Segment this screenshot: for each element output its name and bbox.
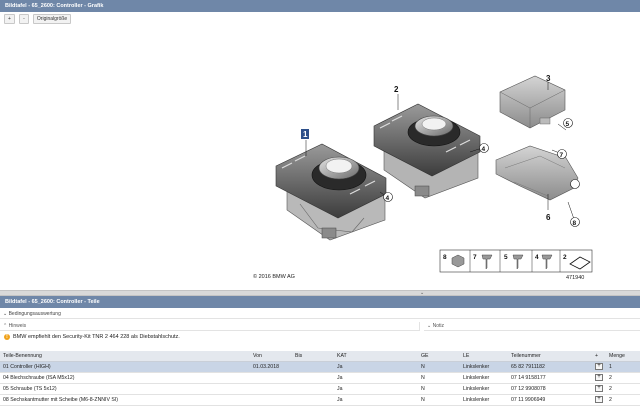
zoom-out-button[interactable]: - <box>18 14 29 24</box>
ge-value: N <box>418 361 460 373</box>
legend-item-2: 2 <box>563 254 567 261</box>
callout-1[interactable]: 1 <box>303 130 308 139</box>
hint-panel-header[interactable]: ⌃ Hinweis <box>0 322 420 331</box>
parts-title: Bildtafel - 65_2600: Controller - Teile <box>5 299 100 305</box>
callout-5[interactable]: 5 <box>566 121 570 128</box>
callout-7[interactable]: 7 <box>560 152 564 159</box>
add-to-cart-button[interactable]: + <box>595 396 603 403</box>
add-to-cart-button[interactable]: + <box>595 374 603 381</box>
legend-item-8: 8 <box>443 254 447 261</box>
callout-8[interactable]: 8 <box>573 220 577 227</box>
graphic-title-bar: Bildtafel - 65_2600: Controller - Grafik <box>0 0 640 12</box>
col-part-name[interactable]: Teile-Benennung <box>0 351 250 362</box>
graphic-title: Bildtafel - 65_2600: Controller - Grafik <box>5 3 104 9</box>
callout-4-lower[interactable]: 4 <box>386 195 390 202</box>
le-value: Linkslenker <box>460 361 508 373</box>
zoom-toolbar: + - Originalgröße <box>4 14 72 24</box>
copyright-text: © 2016 BMW AG <box>253 273 295 280</box>
part-name: 08 Sechskantmutter mit Scheibe (M6-8-ZNN… <box>0 394 250 406</box>
ge-value: N <box>418 383 460 395</box>
module-3-illustration <box>499 75 566 129</box>
col-le[interactable]: LE <box>460 351 508 362</box>
col-from[interactable]: Von <box>250 351 292 362</box>
col-ge[interactable]: GE <box>418 351 460 362</box>
le-value: Linkslenker <box>460 394 508 406</box>
valid-to <box>292 383 334 395</box>
part-name: 01 Controller (HIGH) <box>0 361 250 373</box>
table-row[interactable]: 04 Blechschraube (ISA M5x12) Ja N Linksl… <box>0 372 640 384</box>
table-header-row: Teile-Benennung Von Bis KAT GE LE Teilen… <box>0 351 640 362</box>
ge-value: N <box>418 372 460 384</box>
part-number: 07 12 9908078 <box>508 383 592 395</box>
small-parts-legend: 8 7 5 4 2 471940 <box>439 249 593 281</box>
col-quantity[interactable]: Menge <box>606 351 640 362</box>
parts-title-bar: Bildtafel - 65_2600: Controller - Teile <box>0 296 640 308</box>
valid-to <box>292 372 334 384</box>
col-to[interactable]: Bis <box>292 351 334 362</box>
callout-3[interactable]: 3 <box>546 74 551 83</box>
quantity: 2 <box>606 372 640 384</box>
callout-2[interactable]: 2 <box>394 85 399 94</box>
add-to-cart-button[interactable]: + <box>595 385 603 392</box>
cat-value: Ja <box>334 383 418 395</box>
notes-panel-header[interactable]: ⌄ Notiz <box>424 322 640 331</box>
condition-evaluation-row[interactable]: ⌄ Bedingungsauswertung <box>0 310 640 319</box>
col-add[interactable]: + <box>592 351 606 362</box>
cat-value: Ja <box>334 372 418 384</box>
condition-evaluation-label: Bedingungsauswertung <box>8 311 61 317</box>
cat-value: Ja <box>334 361 418 373</box>
quantity: 2 <box>606 394 640 406</box>
add-to-cart-button[interactable]: + <box>595 363 603 370</box>
zoom-in-button[interactable]: + <box>4 14 15 24</box>
part-name: 05 Schraube (TS 5x12) <box>0 383 250 395</box>
table-row[interactable]: 05 Schraube (TS 5x12) Ja N Linkslenker 0… <box>0 383 640 395</box>
col-cat[interactable]: KAT <box>334 351 418 362</box>
parts-table: Teile-Benennung Von Bis KAT GE LE Teilen… <box>0 351 640 406</box>
part-number: 65 82 7911182 <box>508 361 592 373</box>
hint-text: BMW empfiehlt den Security-Kit TNR 2 464… <box>13 334 180 340</box>
callout-6[interactable]: 6 <box>546 213 551 222</box>
table-row[interactable]: 08 Sechskantmutter mit Scheibe (M6-8-ZNN… <box>0 394 640 406</box>
le-value: Linkslenker <box>460 372 508 384</box>
valid-to <box>292 394 334 406</box>
parts-diagram: 1 2 3 4 4 5 6 7 8 © 2016 BMW AG 8 7 5 4 … <box>253 74 593 281</box>
cat-value: Ja <box>334 394 418 406</box>
original-size-button[interactable]: Originalgröße <box>32 14 72 24</box>
ge-value: N <box>418 394 460 406</box>
quantity: 1 <box>606 361 640 373</box>
image-number: 471940 <box>566 275 584 281</box>
notes-panel-label: Notiz <box>432 323 444 329</box>
col-part-number[interactable]: Teilenummer <box>508 351 592 362</box>
controller-1-illustration <box>275 143 387 241</box>
controller-2-illustration <box>373 103 481 199</box>
part-number: 07 11 9906949 <box>508 394 592 406</box>
legend-item-5: 5 <box>504 254 508 261</box>
warning-icon: ! <box>4 334 10 340</box>
valid-from <box>250 383 292 395</box>
part-number: 07 14 9158177 <box>508 372 592 384</box>
quantity: 2 <box>606 383 640 395</box>
valid-from: 01.03.2018 <box>250 361 292 373</box>
table-row[interactable]: 01 Controller (HIGH) 01.03.2018 Ja N Lin… <box>0 361 640 373</box>
legend-item-7: 7 <box>473 254 477 261</box>
valid-to <box>292 361 334 373</box>
hint-panel-label: Hinweis <box>8 323 27 329</box>
part-name: 04 Blechschraube (ISA M5x12) <box>0 372 250 384</box>
le-value: Linkslenker <box>460 383 508 395</box>
valid-from <box>250 372 292 384</box>
legend-item-4: 4 <box>535 254 539 261</box>
callout-4-upper[interactable]: 4 <box>482 146 486 153</box>
hint-message: ! BMW empfiehlt den Security-Kit TNR 2 4… <box>4 333 180 341</box>
valid-from <box>250 394 292 406</box>
